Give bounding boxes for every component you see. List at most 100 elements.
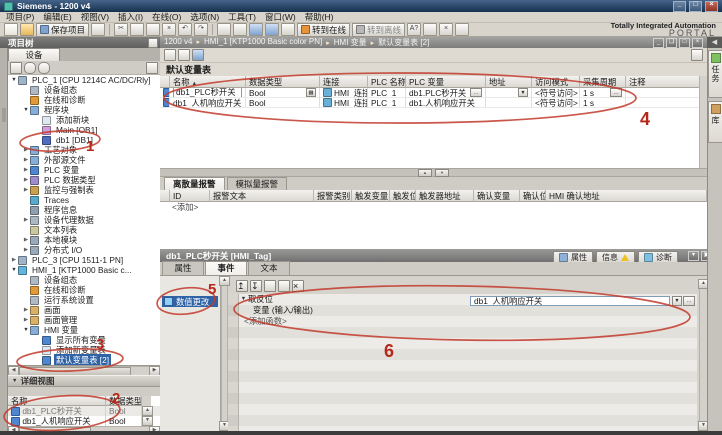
tag-table-scrollbar[interactable]: [699, 76, 707, 168]
function-parameter-row[interactable]: 变量 (输入/输出): [239, 305, 697, 316]
collapse-all-icon[interactable]: [278, 280, 290, 292]
tree-item[interactable]: PLC_1 [CPU 1214C AC/DC/Rly]: [8, 75, 160, 85]
col-plc-tag[interactable]: PLC 变量: [406, 76, 486, 88]
tree-item[interactable]: 运行系统设置: [8, 295, 160, 305]
add-function-row[interactable]: <添加函数>: [239, 316, 697, 327]
expander-icon[interactable]: [22, 157, 30, 163]
menu-item[interactable]: 工具(T): [228, 11, 256, 23]
tree-item[interactable]: 画面管理: [8, 315, 160, 325]
tab-devices[interactable]: 设备: [8, 48, 60, 61]
expander-icon[interactable]: ▼: [239, 294, 248, 305]
expander-icon[interactable]: [22, 147, 30, 153]
menu-item[interactable]: 帮助(H): [305, 11, 334, 23]
col-trigger-address[interactable]: 触发器地址: [416, 190, 474, 202]
browse-dots-icon[interactable]: …: [683, 296, 695, 306]
tab-libraries[interactable]: 库: [708, 101, 722, 143]
dropdown-icon[interactable]: ▼: [518, 88, 528, 97]
insert-row-icon[interactable]: [164, 49, 176, 61]
split-editor-icon[interactable]: [455, 23, 469, 36]
menu-item[interactable]: 选项(N): [190, 11, 219, 23]
detail-view-header[interactable]: ▼ 详细视图: [8, 375, 160, 387]
splitter-up-icon[interactable]: ▲: [418, 169, 432, 177]
tree-item[interactable]: 监控与强制表: [8, 185, 160, 195]
cross-reference-icon[interactable]: [423, 23, 437, 36]
expander-icon[interactable]: [10, 267, 18, 273]
col-address[interactable]: 地址: [486, 76, 532, 88]
breadcrumb-segment[interactable]: 1200 v4: [164, 37, 192, 48]
network-view-icon[interactable]: [217, 23, 231, 36]
expander-icon[interactable]: [22, 307, 30, 313]
alarm-add-row[interactable]: <添加>: [160, 202, 707, 212]
panel-dock-icon[interactable]: ▾: [688, 251, 699, 261]
detail-row[interactable]: db1_PLC秒开关 Bool ▲: [8, 406, 160, 416]
expander-icon[interactable]: [22, 217, 30, 223]
start-simulation-icon[interactable]: [281, 23, 295, 36]
detail-row[interactable]: db1_人机响应开关 Bool ▼: [8, 416, 160, 426]
expander-icon[interactable]: [10, 77, 18, 83]
col-alarm-text[interactable]: 报警文本: [210, 190, 314, 202]
delete-function-icon[interactable]: ×: [292, 280, 304, 292]
function-value-field[interactable]: db1_人机响应开关: [470, 296, 670, 306]
tree-item[interactable]: 默认变量表 [2]: [8, 355, 160, 365]
event-list-scrollbar[interactable]: ▲ ▼: [221, 276, 228, 431]
breadcrumb-segment[interactable]: HMI 变量: [322, 37, 366, 48]
col-alarm-class[interactable]: 报警类别: [314, 190, 352, 202]
menu-item[interactable]: 视图(V): [81, 11, 109, 23]
tab-tasks[interactable]: 任务: [708, 50, 722, 98]
editor-float-icon[interactable]: ❏: [666, 38, 677, 48]
tree-expand-icon[interactable]: [24, 62, 36, 74]
tag-row[interactable]: db1_人机响应开关 Bool HMI_连接_1 PLC_1 db1.人机响应开…: [160, 98, 707, 108]
col-comment[interactable]: 注释: [626, 76, 706, 88]
expander-icon[interactable]: [22, 317, 30, 323]
tree-item[interactable]: PLC_3 [CPU 1511-1 PN]: [8, 255, 160, 265]
event-item-value-change[interactable]: 数值更改: [162, 296, 218, 307]
tab-discrete-alarms[interactable]: 离散量报警: [164, 177, 225, 190]
device-view-icon[interactable]: [233, 23, 247, 36]
col-access-mode[interactable]: 访问模式: [532, 76, 580, 88]
col-hmi-ack-address[interactable]: HMI 确认地址: [546, 190, 707, 202]
delete-row-icon[interactable]: [178, 49, 190, 61]
maximize-icon[interactable]: □: [689, 1, 702, 12]
download-icon[interactable]: [249, 23, 263, 36]
close-all-icon[interactable]: ×: [439, 23, 453, 36]
open-project-icon[interactable]: [20, 23, 34, 36]
browse-icon[interactable]: ▦: [306, 88, 316, 97]
copy-icon[interactable]: [130, 23, 144, 36]
editor-close-icon[interactable]: ×: [692, 38, 703, 48]
tree-settings-icon[interactable]: [146, 62, 158, 74]
scroll-up-icon[interactable]: ▲: [142, 406, 153, 416]
print-icon[interactable]: [91, 23, 105, 36]
tree-item[interactable]: 分布式 I/O: [8, 245, 160, 255]
tree-item[interactable]: 画面: [8, 305, 160, 315]
dropdown-icon[interactable]: ▼: [672, 296, 682, 306]
browse-dots-icon[interactable]: …: [610, 88, 622, 97]
menu-item[interactable]: 编辑(E): [43, 11, 71, 23]
col-name[interactable]: 名称▲: [170, 76, 246, 88]
tab-general[interactable]: 属性: [162, 261, 204, 275]
go-offline-button[interactable]: 转到离线: [352, 23, 405, 37]
breadcrumb-segment[interactable]: 默认变量表 [2]: [367, 37, 430, 48]
redo-icon[interactable]: ↷: [194, 23, 208, 36]
delete-icon[interactable]: ×: [162, 23, 176, 36]
paste-icon[interactable]: [146, 23, 160, 36]
cut-icon[interactable]: ✂: [114, 23, 128, 36]
tree-item[interactable]: 外部源文件: [8, 155, 160, 165]
expand-all-icon[interactable]: [264, 280, 276, 292]
expander-icon[interactable]: [22, 187, 30, 193]
menu-item[interactable]: 在线(O): [152, 11, 181, 23]
tree-item[interactable]: 文本列表: [8, 225, 160, 235]
close-icon[interactable]: ×: [705, 1, 718, 12]
table-layout-icon[interactable]: [691, 49, 703, 61]
col-connection[interactable]: 连接: [320, 76, 368, 88]
expander-icon[interactable]: [22, 327, 30, 333]
export-icon[interactable]: [192, 49, 204, 61]
expander-icon[interactable]: [22, 247, 30, 253]
splitter-down-icon[interactable]: ▼: [435, 169, 449, 177]
menu-item[interactable]: 项目(P): [6, 11, 34, 23]
tree-item[interactable]: 设备代理数据: [8, 215, 160, 225]
col-trigger-tag[interactable]: 触发变量: [352, 190, 390, 202]
move-up-icon[interactable]: ↥: [236, 280, 248, 292]
tab-analog-alarms[interactable]: 模拟量报警: [227, 177, 288, 190]
tree-item[interactable]: 添加新块: [8, 115, 160, 125]
go-online-button[interactable]: 转到在线: [297, 23, 350, 37]
